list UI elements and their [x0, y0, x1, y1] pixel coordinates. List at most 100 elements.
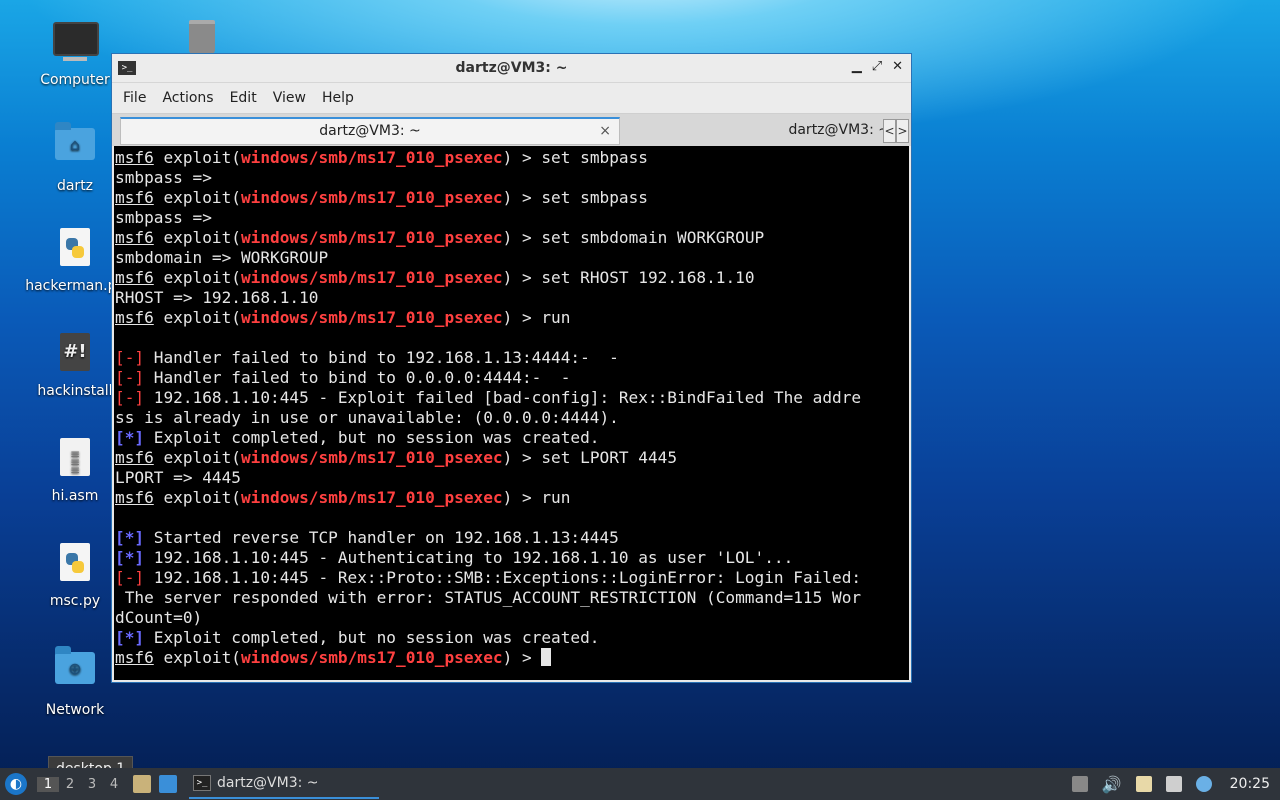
- desktop-icon-label: hi.asm: [51, 488, 99, 504]
- tab-bar: dartz@VM3: ~ × dartz@VM3: ~ < >: [112, 113, 911, 146]
- workspace-3[interactable]: 3: [81, 777, 103, 792]
- workspace-switcher: 1 2 3 4: [37, 776, 125, 792]
- terminal-line: [-] Handler failed to bind to 192.168.1.…: [115, 348, 619, 367]
- terminal-line: RHOST => 192.168.1.10: [115, 288, 319, 307]
- prompt-module: windows/smb/ms17_010_psexec: [240, 488, 503, 507]
- terminal-line: msf6 exploit(windows/smb/ms17_010_psexec…: [115, 148, 648, 167]
- desktop-icon-label: hackerman.py: [25, 278, 125, 294]
- info-tag: [*]: [115, 428, 145, 447]
- prompt-module: windows/smb/ms17_010_psexec: [240, 188, 503, 207]
- tab-terminal-1[interactable]: dartz@VM3: ~ ×: [120, 117, 620, 145]
- error-tag: [-]: [115, 348, 145, 367]
- desktop-icon-hiasm[interactable]: ≡ ≡ ≡ hi.asm: [25, 436, 125, 504]
- terminal-line: smbpass =>: [115, 168, 212, 187]
- desktop-icon-label: hackinstall: [37, 383, 113, 399]
- prompt-msf: msf6: [115, 228, 154, 247]
- tab-scroll-right-icon[interactable]: >: [896, 119, 909, 143]
- terminal-line: [-] 192.168.1.10:445 - Exploit failed [b…: [115, 388, 862, 407]
- terminal-output[interactable]: msf6 exploit(windows/smb/ms17_010_psexec…: [114, 146, 909, 680]
- desktop-icon-label: Computer: [40, 72, 110, 88]
- workspace-2[interactable]: 2: [59, 777, 81, 792]
- maximize-icon[interactable]: ⤢: [872, 59, 882, 74]
- show-desktop-icon[interactable]: [159, 775, 177, 793]
- clipboard-icon[interactable]: [1135, 776, 1152, 792]
- info-tag: [*]: [115, 548, 145, 567]
- volume-icon[interactable]: 🔊: [1102, 775, 1122, 794]
- workspace-4[interactable]: 4: [103, 777, 125, 792]
- terminal-line: [*] Exploit completed, but no session wa…: [115, 628, 600, 647]
- prompt-module: windows/smb/ms17_010_psexec: [240, 448, 503, 467]
- tab-terminal-2[interactable]: dartz@VM3: ~: [622, 117, 890, 145]
- terminal-line: [-] Handler failed to bind to 0.0.0.0:44…: [115, 368, 571, 387]
- taskbar-terminal-button[interactable]: >_ dartz@VM3: ~: [189, 769, 379, 799]
- terminal-line: ss is already in use or unavailable: (0.…: [115, 408, 619, 427]
- prompt-module: windows/smb/ms17_010_psexec: [240, 228, 503, 247]
- desktop-icon-network[interactable]: ⊕ Network: [25, 646, 125, 718]
- info-tag: [*]: [115, 628, 145, 647]
- terminal-line: The server responded with error: STATUS_…: [115, 588, 862, 607]
- script-file-icon: #!: [53, 333, 97, 377]
- desktop-icon-label: Network: [45, 702, 105, 718]
- window-title: dartz@VM3: ~: [455, 60, 568, 76]
- prompt-module: windows/smb/ms17_010_psexec: [240, 268, 503, 287]
- terminal-icon: >_: [193, 775, 211, 791]
- prompt-msf: msf6: [115, 188, 154, 207]
- file-manager-icon[interactable]: [133, 775, 151, 793]
- terminal-line: [-] 192.168.1.10:445 - Rex::Proto::SMB::…: [115, 568, 862, 587]
- terminal-window[interactable]: >_ dartz@VM3: ~ ▁ ⤢ ✕ File Actions Edit …: [111, 53, 912, 683]
- notification-icon[interactable]: [1195, 776, 1212, 792]
- prompt-msf: msf6: [115, 268, 154, 287]
- desktop-icon-msc[interactable]: msc.py: [25, 541, 125, 609]
- terminal-line: [*] 192.168.1.10:445 - Authenticating to…: [115, 548, 794, 567]
- start-menu-icon[interactable]: ◐: [5, 773, 27, 795]
- network-status-icon[interactable]: [1165, 776, 1182, 792]
- desktop-icon-hackerman[interactable]: hackerman.py: [25, 226, 125, 294]
- menu-help[interactable]: Help: [314, 90, 362, 106]
- terminal-line: [*] Exploit completed, but no session wa…: [115, 428, 600, 447]
- desktop-icon-hackinstall[interactable]: #! hackinstall: [25, 331, 125, 399]
- menu-file[interactable]: File: [115, 90, 154, 106]
- terminal-line: msf6 exploit(windows/smb/ms17_010_psexec…: [115, 188, 648, 207]
- terminal-cursor: [541, 648, 552, 666]
- terminal-line: msf6 exploit(windows/smb/ms17_010_psexec…: [115, 448, 678, 467]
- close-icon[interactable]: ✕: [892, 59, 903, 74]
- network-folder-icon: ⊕: [53, 646, 97, 696]
- prompt-msf: msf6: [115, 448, 154, 467]
- menu-bar: File Actions Edit View Help: [112, 83, 911, 113]
- home-folder-icon: ⌂: [53, 122, 97, 172]
- menu-edit[interactable]: Edit: [222, 90, 265, 106]
- tab-close-icon[interactable]: ×: [599, 119, 611, 143]
- menu-view[interactable]: View: [265, 90, 314, 106]
- error-tag: [-]: [115, 568, 145, 587]
- prompt-module: windows/smb/ms17_010_psexec: [240, 148, 503, 167]
- desktop-icon-label: msc.py: [49, 593, 101, 609]
- menu-actions[interactable]: Actions: [154, 90, 221, 106]
- text-file-icon: ≡ ≡ ≡: [53, 438, 97, 482]
- prompt-module: windows/smb/ms17_010_psexec: [240, 648, 503, 667]
- terminal-line: msf6 exploit(windows/smb/ms17_010_psexec…: [115, 268, 755, 287]
- terminal-line: msf6 exploit(windows/smb/ms17_010_psexec…: [115, 648, 552, 667]
- desktop-icon-dartz[interactable]: ⌂ dartz: [25, 122, 125, 194]
- error-tag: [-]: [115, 368, 145, 387]
- tab-scroll-left-icon[interactable]: <: [883, 119, 896, 143]
- window-titlebar[interactable]: >_ dartz@VM3: ~ ▁ ⤢ ✕: [112, 54, 911, 83]
- terminal-line: LPORT => 4445: [115, 468, 241, 487]
- minimize-icon[interactable]: ▁: [852, 59, 862, 74]
- terminal-line: msf6 exploit(windows/smb/ms17_010_psexec…: [115, 488, 571, 507]
- error-tag: [-]: [115, 388, 145, 407]
- terminal-line: smbdomain => WORKGROUP: [115, 248, 329, 267]
- terminal-line: dCount=0): [115, 608, 203, 627]
- terminal-line: smbpass =>: [115, 208, 212, 227]
- clock: 20:25: [1229, 776, 1270, 792]
- computer-icon: [53, 22, 99, 66]
- prompt-msf: msf6: [115, 488, 154, 507]
- system-tray: 🔊 20:25: [1071, 768, 1270, 800]
- terminal-line: [*] Started reverse TCP handler on 192.1…: [115, 528, 619, 547]
- info-tag: [*]: [115, 528, 145, 547]
- tab-label: dartz@VM3: ~: [319, 123, 421, 139]
- upload-icon[interactable]: [1071, 776, 1088, 792]
- terminal-line: msf6 exploit(windows/smb/ms17_010_psexec…: [115, 308, 571, 327]
- desktop-icon-computer[interactable]: Computer: [25, 18, 125, 88]
- workspace-1[interactable]: 1: [37, 776, 59, 792]
- terminal-text: msf6 exploit(windows/smb/ms17_010_psexec…: [114, 146, 909, 668]
